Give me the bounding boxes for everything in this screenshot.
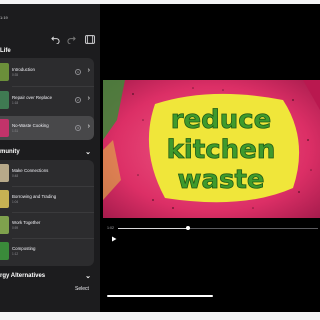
current-time: 1:02 bbox=[107, 226, 114, 230]
home-indicator bbox=[107, 295, 213, 297]
clip-duration: 1:31 bbox=[12, 129, 19, 133]
video-title-line: waste bbox=[177, 165, 264, 195]
list-item[interactable]: Borrowing and Trading 1:04 bbox=[0, 187, 94, 211]
select-button[interactable]: Select bbox=[75, 286, 89, 292]
film-strip-icon[interactable] bbox=[84, 33, 96, 45]
video-title-line: reduce bbox=[171, 105, 272, 135]
clip-thumbnail bbox=[0, 63, 9, 81]
clip-thumbnail bbox=[0, 190, 9, 208]
clip-thumbnail bbox=[0, 242, 9, 260]
section-title: rgy Alternatives bbox=[0, 273, 46, 279]
scrubber-track[interactable] bbox=[118, 226, 318, 230]
clip-title: Make Connections bbox=[12, 168, 49, 173]
clip-thumbnail bbox=[0, 216, 9, 234]
section-header-life[interactable]: Life bbox=[0, 45, 11, 57]
video-title-card: reduce kitchen waste bbox=[103, 80, 320, 218]
section-header-community[interactable]: munity ⌄ bbox=[0, 146, 100, 158]
chevron-down-icon: ⌄ bbox=[85, 149, 91, 156]
redo-icon[interactable] bbox=[65, 33, 77, 45]
status-time: 1:19 bbox=[0, 15, 8, 20]
divider bbox=[12, 86, 94, 87]
chevron-right-icon: › bbox=[87, 123, 90, 130]
clip-number-badge: 1 bbox=[75, 69, 81, 75]
list-item[interactable]: Composting 1:12 bbox=[0, 239, 94, 263]
section-group-life: Introduction 0:35 1 › Repair over Replac… bbox=[0, 58, 94, 140]
section-title: munity bbox=[0, 149, 20, 155]
clip-title: Work Together bbox=[12, 220, 41, 225]
list-item-selected[interactable]: No-Waste Cooking 1:31 3 › bbox=[0, 116, 94, 140]
clip-number-badge: 3 bbox=[75, 125, 81, 131]
clip-thumbnail bbox=[0, 119, 9, 137]
clip-duration: 1:04 bbox=[12, 200, 19, 204]
clip-number-badge: 2 bbox=[75, 97, 81, 103]
chevron-down-icon: ⌄ bbox=[85, 273, 91, 280]
clip-duration: 0:35 bbox=[12, 73, 19, 77]
list-item[interactable]: Make Connections 0:48 bbox=[0, 161, 94, 185]
list-item[interactable]: Repair over Replace 1:18 2 › bbox=[0, 88, 94, 112]
clip-duration: 1:18 bbox=[12, 101, 19, 105]
play-icon[interactable] bbox=[111, 236, 117, 244]
scrubber-handle[interactable] bbox=[186, 226, 190, 230]
section-group-community: Make Connections 0:48 Borrowing and Trad… bbox=[0, 160, 94, 266]
video-preview-pane: reduce kitchen waste 1:02 bbox=[103, 4, 320, 312]
clip-title: Borrowing and Trading bbox=[12, 194, 57, 199]
video-title-line: kitchen bbox=[167, 135, 276, 165]
clip-duration: 0:48 bbox=[12, 174, 19, 178]
list-item[interactable]: Introduction 0:35 1 › bbox=[0, 60, 94, 84]
chevron-right-icon: › bbox=[87, 67, 90, 74]
clip-thumbnail bbox=[0, 164, 9, 182]
clip-duration: 1:12 bbox=[12, 252, 19, 256]
video-frame[interactable]: reduce kitchen waste bbox=[103, 80, 320, 218]
section-header-energy-alternatives[interactable]: rgy Alternatives ⌄ bbox=[0, 270, 100, 282]
clip-duration: 0:59 bbox=[12, 226, 19, 230]
ipad-screen: 1:19 Life Introduction 0:35 1 › Repair o… bbox=[0, 4, 320, 312]
list-item[interactable]: Work Together 0:59 bbox=[0, 213, 94, 237]
clip-title: Repair over Replace bbox=[12, 95, 53, 100]
clip-title: Composting bbox=[12, 246, 36, 251]
undo-icon[interactable] bbox=[49, 33, 61, 45]
project-sidebar: 1:19 Life Introduction 0:35 1 › Repair o… bbox=[0, 4, 100, 312]
scrubber-progress bbox=[118, 227, 188, 229]
clip-title: Introduction bbox=[12, 67, 35, 72]
section-title: Life bbox=[0, 48, 11, 54]
clip-title: No-Waste Cooking bbox=[12, 123, 49, 128]
clip-thumbnail bbox=[0, 91, 9, 109]
chevron-right-icon: › bbox=[87, 95, 90, 102]
